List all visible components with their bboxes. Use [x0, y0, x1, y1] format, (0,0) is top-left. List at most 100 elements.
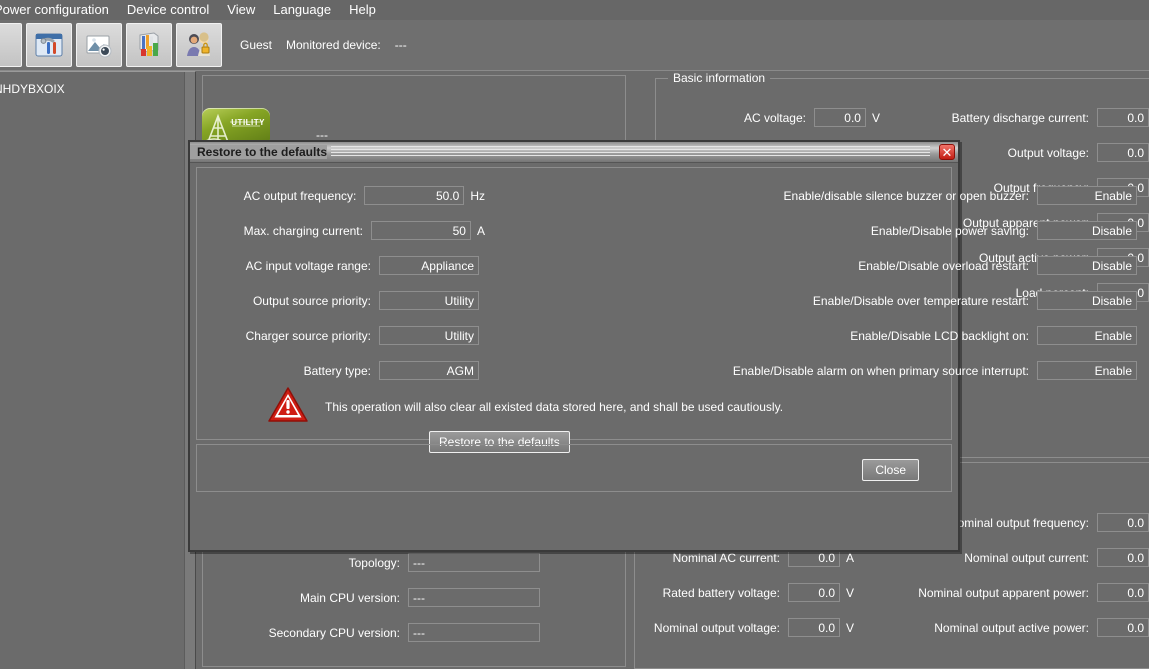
field-label: Nominal output frequency: — [948, 515, 1089, 530]
field-label: Enable/Disable overload restart: — [858, 258, 1029, 273]
field-label: Enable/Disable power saving: — [870, 223, 1029, 238]
field-label: Output voltage: — [1007, 145, 1089, 160]
chart-books-icon — [134, 30, 164, 60]
monitor-image-icon — [84, 30, 114, 60]
dialog-field-row: Enable/Disable power saving: Disable — [497, 213, 1137, 248]
field-unit: A — [476, 223, 485, 238]
toolbar-button-partial[interactable] — [0, 23, 22, 67]
field-label: Nominal AC current: — [672, 550, 780, 565]
field-label: Max. charging current: — [243, 223, 363, 238]
table-row: Nominal output apparent power: 0.0 — [890, 575, 1149, 610]
field-value[interactable]: Enable — [1037, 326, 1137, 345]
field-label: Enable/disable silence buzzer or open bu… — [783, 188, 1029, 203]
device-tree-sidebar: NHDYBXOIX — [0, 71, 196, 669]
toolbar-users-button[interactable] — [176, 23, 222, 67]
table-row: Nominal output active power: 0.0 — [890, 610, 1149, 645]
field-value[interactable]: 0.0 — [1097, 618, 1149, 637]
field-value[interactable]: Enable — [1037, 361, 1137, 380]
field-unit: V — [846, 620, 855, 635]
table-row: Nominal output voltage: 0.0 V — [630, 610, 860, 645]
field-value[interactable]: 0.0 — [1097, 583, 1149, 602]
field-value[interactable]: 50.0 — [364, 186, 465, 205]
field-value[interactable]: Disable — [1037, 256, 1137, 275]
dialog-field-row: AC input voltage range: Appliance — [205, 248, 485, 283]
field-value[interactable]: Enable — [1037, 186, 1137, 205]
restore-defaults-dialog: Restore to the defaults ✕ AC output freq… — [188, 140, 1137, 552]
close-button[interactable]: Close — [862, 459, 919, 481]
sidebar-item-device-node[interactable]: NHDYBXOIX — [0, 82, 65, 96]
field-row: Main CPU version: --- — [210, 580, 630, 615]
rating-info-middle-column: Nominal AC current: 0.0 A Rated battery … — [630, 540, 860, 645]
dialog-title-bar[interactable]: Restore to the defaults ✕ — [190, 142, 958, 163]
field-label: Battery discharge current: — [951, 110, 1089, 125]
field-value[interactable]: --- — [408, 623, 540, 642]
dialog-field-row: Charger source priority: Utility — [205, 318, 485, 353]
field-label: Enable/Disable over temperature restart: — [812, 293, 1029, 308]
toolbar-reports-button[interactable] — [126, 23, 172, 67]
menu-item-help[interactable]: Help — [340, 0, 385, 20]
settings-tools-icon — [34, 30, 64, 60]
dialog-title: Restore to the defaults — [190, 145, 328, 159]
users-security-icon — [184, 30, 214, 60]
field-value[interactable]: Disable — [1037, 221, 1137, 240]
menu-item-device-control[interactable]: Device control — [118, 0, 218, 20]
field-value[interactable]: Disable — [1037, 291, 1137, 310]
menu-item-language[interactable]: Language — [264, 0, 340, 20]
field-unit: V — [871, 110, 880, 125]
close-x-icon[interactable]: ✕ — [939, 144, 955, 160]
menu-bar: Power configuration Device control View … — [0, 0, 1149, 20]
field-value[interactable]: --- — [408, 553, 540, 572]
field-value[interactable]: 0.0 — [1097, 108, 1149, 127]
field-label: Rated battery voltage: — [662, 585, 780, 600]
field-value[interactable]: 0.0 — [813, 108, 866, 127]
dialog-field-row: Enable/Disable overload restart: Disable — [497, 248, 1137, 283]
table-row: AC voltage: 0.0 V — [660, 100, 880, 135]
warning-triangle-icon — [267, 386, 309, 427]
dialog-field-row: Enable/disable silence buzzer or open bu… — [497, 178, 1137, 213]
field-value[interactable]: --- — [408, 588, 540, 607]
table-row: Battery discharge current: 0.0 — [890, 100, 1149, 135]
field-value[interactable]: AGM — [379, 361, 479, 380]
menu-item-power-configuration[interactable]: Power configuration — [0, 0, 118, 20]
field-label: Topology: — [348, 555, 400, 570]
warning-message: This operation will also clear all exist… — [267, 386, 783, 427]
toolbar-status-info: Guest Monitored device: --- — [240, 38, 407, 52]
field-label: AC input voltage range: — [245, 258, 371, 273]
application-window: Power configuration Device control View … — [0, 0, 1149, 669]
field-label: Nominal output voltage: — [653, 620, 780, 635]
field-value[interactable]: 0.0 — [1097, 548, 1149, 567]
field-value[interactable]: 0.0 — [788, 618, 840, 637]
field-value[interactable]: 50 — [370, 221, 471, 240]
field-unit: Hz — [470, 188, 485, 203]
field-label: Charger source priority: — [245, 328, 371, 343]
dialog-field-row: Enable/Disable over temperature restart:… — [497, 283, 1137, 318]
user-label: Guest — [240, 38, 273, 52]
dialog-field-row: Max. charging current: 50 A — [205, 213, 485, 248]
field-value[interactable]: Utility — [379, 291, 479, 310]
dialog-field-row: Output source priority: Utility — [205, 283, 485, 318]
table-row: Rated battery voltage: 0.0 V — [630, 575, 860, 610]
warning-text: This operation will also clear all exist… — [325, 399, 784, 414]
basic-info-left-column: AC voltage: 0.0 V — [660, 100, 880, 135]
field-label: AC output frequency: — [243, 188, 357, 203]
dialog-field-row: Enable/Disable alarm on when primary sou… — [497, 353, 1137, 388]
utility-badge-label: UTILITY — [231, 118, 265, 127]
field-row: Secondary CPU version: --- — [210, 615, 630, 650]
basic-information-title: Basic information — [668, 71, 771, 85]
field-value[interactable]: 0.0 — [1097, 513, 1149, 532]
field-label: Enable/Disable LCD backlight on: — [850, 328, 1029, 343]
field-value[interactable]: 0.0 — [788, 583, 840, 602]
toolbar-settings-button[interactable] — [26, 23, 72, 67]
menu-item-view[interactable]: View — [218, 0, 264, 20]
dialog-footer: Close — [196, 444, 952, 492]
title-bar-decoration — [327, 142, 958, 162]
field-value[interactable]: Appliance — [379, 256, 479, 275]
field-value[interactable]: Utility — [379, 326, 479, 345]
field-value[interactable]: 0.0 — [1097, 143, 1149, 162]
toolbar: Guest Monitored device: --- — [0, 20, 1149, 71]
field-label: Enable/Disable alarm on when primary sou… — [732, 363, 1029, 378]
field-label: Secondary CPU version: — [268, 625, 400, 640]
dialog-left-fields: AC output frequency: 50.0 Hz Max. chargi… — [205, 178, 485, 388]
toolbar-monitor-button[interactable] — [76, 23, 122, 67]
monitored-device-value: --- — [394, 38, 407, 52]
